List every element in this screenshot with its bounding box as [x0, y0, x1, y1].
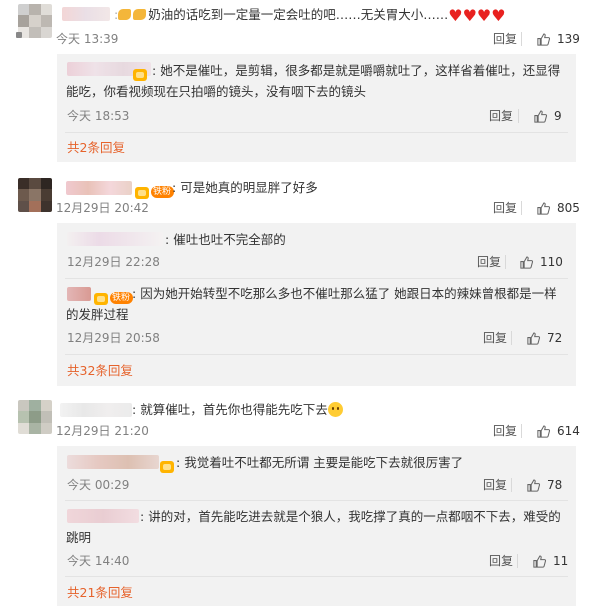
fan-badge: 铁粉 — [150, 181, 175, 200]
reply-time: 12月29日 20:58 — [67, 331, 160, 345]
reply-text: : 催吐也吐不完全部的 — [165, 232, 286, 247]
replies-panel: : 她不是催吐，是剪辑，很多都是就是嚼嚼就吐了，这样省着催吐，还显得能吃，你看视… — [57, 54, 576, 162]
divider — [521, 201, 522, 215]
reply-time: 今天 18:53 — [67, 109, 130, 123]
like-button[interactable]: 11 — [532, 553, 568, 569]
comment-time: 今天 13:39 — [56, 32, 119, 46]
more-replies-link[interactable]: 共21条回复 — [67, 585, 133, 601]
replies-panel: : 催吐也吐不完全部的 12月29日 22:28 回复 110 铁粉 : 因为她… — [57, 223, 576, 386]
like-button[interactable]: 110 — [519, 254, 563, 270]
username-blurred[interactable] — [67, 232, 163, 246]
username-blurred[interactable] — [67, 455, 159, 469]
divider — [65, 354, 568, 355]
divider — [517, 554, 518, 568]
divider — [65, 500, 568, 501]
thumbs-up-icon — [537, 33, 551, 46]
thumbs-up-icon — [527, 332, 541, 345]
divider — [511, 478, 512, 492]
divider — [65, 278, 568, 279]
like-count: 9 — [554, 109, 562, 123]
like-count: 139 — [557, 32, 580, 46]
thumbs-up-icon — [520, 256, 534, 269]
divider — [521, 32, 522, 46]
divider — [65, 576, 568, 577]
username-blurred[interactable] — [66, 181, 132, 195]
like-count: 78 — [547, 478, 563, 492]
divider — [505, 255, 506, 269]
like-button[interactable]: 805 — [536, 200, 580, 216]
reply-text: : 讲的对，首先能吃进去就是个狼人，我吃撑了真的一点都咽不下去，难受的跳明 — [66, 509, 561, 545]
like-button[interactable]: 9 — [533, 108, 562, 124]
reply-text: : 我觉着吐不吐都无所谓 主要是能吃下去就很厉害了 — [176, 455, 464, 470]
comment-text: : 奶油的话吃到一定量一定会吐的吧……无关胃大小……♥♥♥♥ — [114, 6, 506, 25]
thumbs-up-icon — [533, 555, 547, 568]
username-blurred[interactable] — [60, 403, 132, 417]
reply-button[interactable]: 回复 — [493, 31, 517, 47]
reply-time: 12月29日 22:28 — [67, 255, 160, 269]
heart-icon: ♥ — [462, 6, 477, 25]
vip-icon — [135, 182, 149, 201]
thumbs-up-icon — [534, 110, 548, 123]
reply-time: 今天 00:29 — [67, 478, 130, 492]
grin-emoji-icon — [327, 402, 343, 417]
like-count: 805 — [557, 201, 580, 215]
like-button[interactable]: 78 — [526, 477, 562, 493]
thumbs-up-icon — [537, 425, 551, 438]
divider — [521, 424, 522, 438]
like-button[interactable]: 614 — [536, 423, 580, 439]
divider — [511, 331, 512, 345]
avatar[interactable] — [18, 178, 52, 212]
reply-button[interactable]: 回复 — [493, 423, 517, 439]
reply-text: : 因为她开始转型不吃那么多也不催吐那么猛了 她跟日本的辣妹曾根都是一样的发胖过… — [66, 286, 557, 322]
reply-button[interactable]: 回复 — [493, 200, 517, 216]
replies-panel: : 我觉着吐不吐都无所谓 主要是能吃下去就很厉害了 今天 00:29 回复 78… — [57, 446, 576, 606]
comment-time: 12月29日 21:20 — [56, 424, 149, 438]
divider — [65, 132, 568, 133]
like-count: 11 — [553, 554, 569, 568]
more-replies-link[interactable]: 共2条回复 — [67, 140, 125, 156]
like-button[interactable]: 72 — [526, 330, 562, 346]
like-count: 614 — [557, 424, 580, 438]
heart-icon: ♥ — [448, 6, 463, 25]
reply-button[interactable]: 回复 — [483, 330, 507, 346]
like-count: 72 — [547, 331, 563, 345]
avatar[interactable] — [18, 4, 52, 38]
reply-button[interactable]: 回复 — [477, 254, 501, 270]
thumbs-up-icon — [537, 202, 551, 215]
reply-time: 今天 14:40 — [67, 554, 130, 568]
reply-button[interactable]: 回复 — [489, 108, 513, 124]
more-replies-link[interactable]: 共32条回复 — [67, 363, 133, 379]
thumbs-up-icon — [527, 479, 541, 492]
small-dot-icon — [16, 32, 22, 38]
comment-text: : 就算催吐，首先你也得能先吃下去 — [132, 399, 343, 420]
vip-icon — [160, 456, 174, 475]
like-button[interactable]: 139 — [536, 31, 580, 47]
comment-time: 12月29日 20:42 — [56, 201, 149, 215]
hand-emoji-icon — [118, 9, 132, 20]
reply-button[interactable]: 回复 — [489, 553, 513, 569]
reply-text: : 她不是催吐，是剪辑，很多都是就是嚼嚼就吐了，这样省着催吐，还显得能吃，你看视… — [66, 63, 561, 99]
divider — [518, 109, 519, 123]
username-blurred[interactable] — [62, 7, 110, 21]
comment-text: : 可是她真的明显胖了好多 — [172, 180, 318, 195]
hand-emoji-icon — [133, 9, 147, 20]
heart-icon: ♥ — [491, 6, 506, 25]
avatar[interactable] — [18, 400, 52, 434]
like-count: 110 — [540, 255, 563, 269]
heart-icon: ♥ — [476, 6, 492, 25]
reply-button[interactable]: 回复 — [483, 477, 507, 493]
